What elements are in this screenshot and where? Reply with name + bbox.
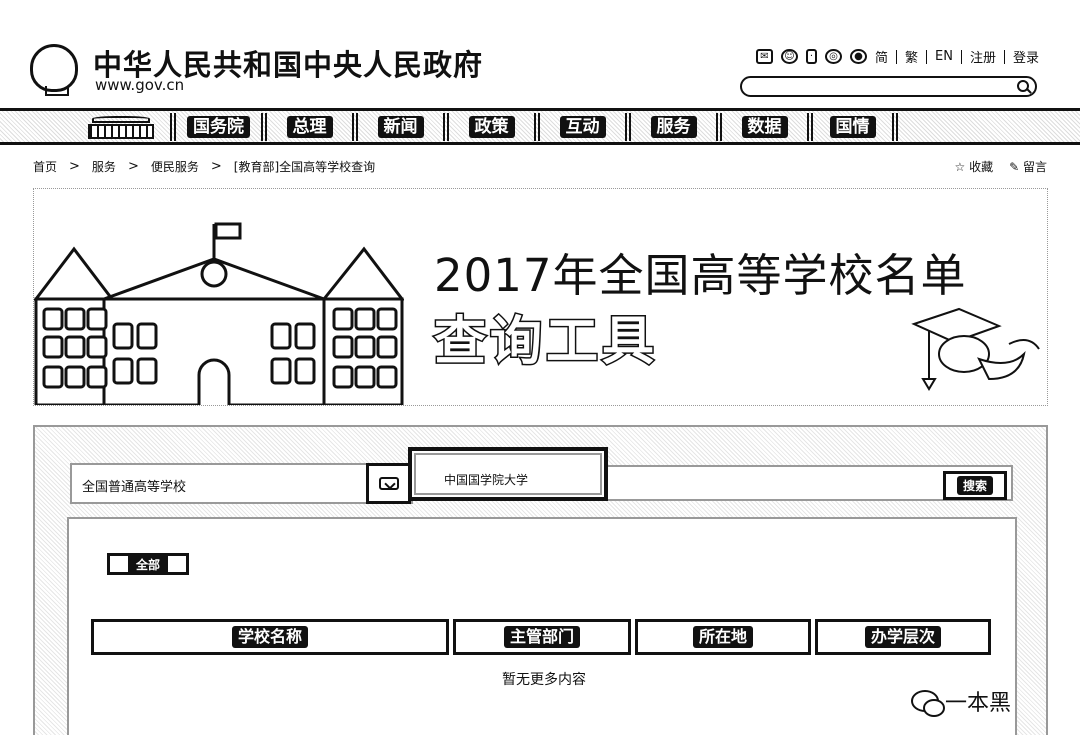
pencil-icon: ✎ [1009,160,1023,174]
banner-subtitle: 查询工具 [432,311,659,374]
breadcrumb-home[interactable]: 首页 [33,158,57,175]
column-header-department: 主管部门 [453,619,631,655]
column-header-school-name: 学校名称 [91,619,449,655]
nav-item-state-council[interactable]: 国务院 [170,113,261,141]
breadcrumb-separator: > [210,159,222,174]
nav-item-label: 总理 [286,116,333,138]
results-area: 全部 学校名称 主管部门 所在地 办学层次 暂无更多内容 [67,517,1017,735]
search-button[interactable]: 搜索 [943,471,1007,500]
divider [1004,49,1005,64]
filter-all-button[interactable]: 全部 [107,553,189,575]
nav-item-policy[interactable]: 政策 [443,113,534,141]
school-query-input[interactable]: 中国国学院大学 [408,447,608,501]
divider [926,49,928,64]
breadcrumb-separator: > [127,159,139,174]
wechat-watermark-icon [910,690,945,717]
column-header-location: 所在地 [635,619,811,655]
breadcrumb-services[interactable]: 服务 [92,158,116,175]
filter-all-label: 全部 [127,555,168,573]
header-tools: ✉ ☺ · ◎ ● 简 繁 EN 注册 登录 [756,47,1039,66]
weibo-icon[interactable]: ◎ [825,49,842,64]
nav-item-premier[interactable]: 总理 [261,113,352,141]
empty-results-message: 暂无更多内容 [502,672,586,688]
nav-item-label: 数据 [741,116,788,138]
nav-item-interaction[interactable]: 互动 [534,113,625,141]
comment-label: 留言 [1022,160,1047,174]
school-building-illustration [34,222,404,405]
nav-items: 国务院 总理 新闻 政策 互动 服务 数据 国情 [170,113,898,141]
traditional-link[interactable]: 繁 [905,47,918,66]
nav-item-news[interactable]: 新闻 [352,113,443,141]
nav-item-label: 国情 [829,116,876,138]
column-header-level: 办学层次 [815,619,991,655]
nav-item-label: 新闻 [377,116,424,138]
national-emblem-icon[interactable] [30,44,78,96]
favorite-button[interactable]: ☆ 收藏 [955,158,994,175]
comment-button[interactable]: ✎ 留言 [1009,158,1047,175]
search-panel: 全国普通高等学校 中国国学院大学 搜索 全部 学校名称 主管部门 所在地 办学层… [33,425,1048,735]
hall-roof [92,116,150,123]
divider [960,49,962,64]
graduation-cap-illustration [911,307,1040,391]
nav-item-national-info[interactable]: 国情 [807,113,898,141]
watermark-text: 一本黑 [944,691,1011,716]
column-header-label: 主管部门 [503,626,580,648]
site-header: 中华人民共和国中央人民政府 www.gov.cn ✉ ☺ · ◎ ● 简 繁 E… [0,0,1080,108]
breadcrumb-separator: > [69,159,80,174]
favorite-label: 收藏 [969,160,994,174]
search-icon[interactable] [1017,80,1029,92]
school-query-group: 中国国学院大学 搜索 [408,447,1013,501]
nav-item-services[interactable]: 服务 [625,113,716,141]
column-header-label: 学校名称 [231,626,308,648]
mail-icon[interactable]: ✉ [756,49,773,64]
english-link[interactable]: EN [935,49,953,64]
chat-icon[interactable]: ☺ [781,49,798,64]
nav-item-label: 国务院 [187,116,250,138]
mobile-icon[interactable]: · [806,49,817,64]
breadcrumb: 首页 > 服务 > 便民服务 > [教育部]全国高等学校查询 [33,158,375,175]
site-search-input[interactable] [740,76,1037,97]
column-header-label: 所在地 [692,626,753,648]
results-table-header: 学校名称 主管部门 所在地 办学层次 [91,619,991,655]
divider [896,49,898,64]
page-actions: ☆ 收藏 ✎ 留言 [955,158,1047,175]
chevron-down-icon [378,477,399,490]
breadcrumb-current: [教育部]全国高等学校查询 [233,160,376,174]
nav-item-label: 政策 [468,116,515,138]
site-url: www.gov.cn [95,76,185,94]
wechat-icon[interactable]: ● [850,49,867,64]
school-category-value: 全国普通高等学校 [82,480,187,495]
banner: 2017年全国高等学校名单 查询工具 [33,188,1048,406]
hall-body [88,124,154,139]
banner-title: 2017年全国高等学校名单 [434,249,967,302]
main-nav: 国务院 总理 新闻 政策 互动 服务 数据 国情 [0,108,1080,145]
register-link[interactable]: 注册 [970,47,996,66]
nav-item-label: 服务 [650,116,697,138]
category-dropdown-button[interactable] [366,463,411,504]
school-category-select[interactable]: 全国普通高等学校 [70,463,413,504]
breadcrumb-convenience[interactable]: 便民服务 [151,158,199,175]
login-link[interactable]: 登录 [1013,47,1039,66]
watermark: 一本黑 [910,685,1011,717]
simplified-link[interactable]: 简 [875,47,888,66]
nav-item-data[interactable]: 数据 [716,113,807,141]
column-header-label: 办学层次 [864,626,941,648]
star-icon: ☆ [954,160,970,174]
nav-item-label: 互动 [559,116,606,138]
search-button-label: 搜索 [956,476,993,495]
home-hall-icon[interactable] [88,114,154,141]
